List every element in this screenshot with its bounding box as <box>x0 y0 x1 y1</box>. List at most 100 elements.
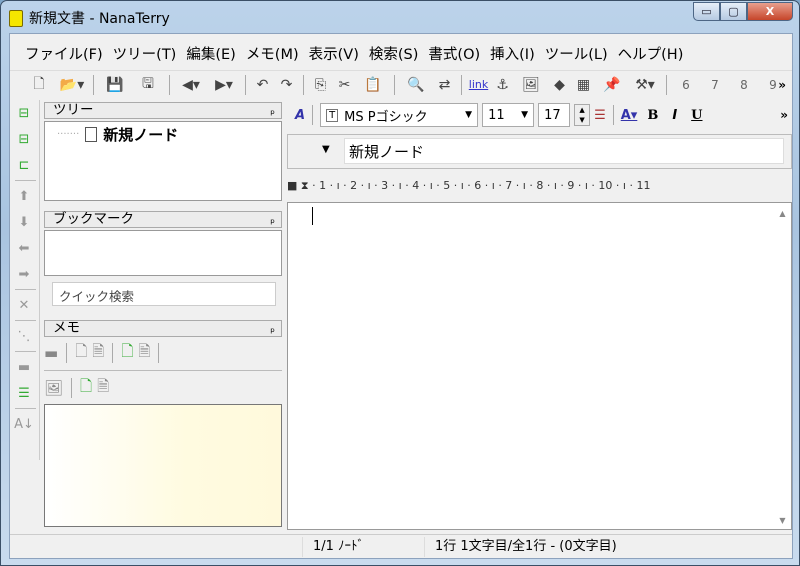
font-select[interactable]: T MS Pゴシック ▼ <box>320 103 479 127</box>
memo-collapse-icon[interactable]: ▬ <box>44 344 58 362</box>
forward-icon[interactable]: ▶▾ <box>209 74 239 96</box>
menu-item[interactable]: ヘルプ(H) <box>617 41 685 66</box>
text-caret <box>312 207 313 225</box>
menu-item[interactable]: ツール(L) <box>544 41 609 66</box>
memo-remove-icon[interactable]: 🗎 <box>138 341 150 366</box>
toolbar-number-button[interactable]: 6 <box>673 78 699 92</box>
line-height-stepper[interactable]: ▲ ▼ <box>574 104 591 126</box>
spin-up[interactable]: ▲ <box>575 105 590 115</box>
memo-toolbar-2: 🖼 🗋 🗎 <box>44 374 109 402</box>
maximize-button[interactable]: ▢ <box>720 2 747 21</box>
tree-add-sibling-icon[interactable]: ⊟ <box>12 100 36 126</box>
memo-import-icon[interactable]: 🗋 <box>80 376 92 401</box>
menu-item[interactable]: メモ(M) <box>245 41 300 66</box>
status-bar: 1/1 ﾉｰﾄﾞ 1行 1文字目/全1行 - (0文字目) <box>10 534 792 558</box>
menu-item[interactable]: 検索(S) <box>368 41 420 66</box>
close-button[interactable]: X <box>747 2 793 21</box>
image-icon[interactable]: 🖼 <box>516 74 546 96</box>
undo-icon[interactable]: ↶ <box>252 74 273 96</box>
back-icon[interactable]: ◀▾ <box>176 74 206 96</box>
save-icon[interactable]: 💾 <box>100 74 130 96</box>
menu-item[interactable]: 表示(V) <box>308 41 360 66</box>
replace-icon[interactable]: ⇄ <box>434 74 455 96</box>
text-editor[interactable]: ▲ ▼ <box>287 202 792 530</box>
toolbar-separator <box>461 74 462 95</box>
menu-item[interactable]: ファイル(F) <box>24 41 104 66</box>
redo-icon[interactable]: ↷ <box>276 74 297 96</box>
tools-icon[interactable]: ⚒▾ <box>630 74 660 96</box>
title-bar: 新規文書 - NanaTerry <box>9 7 170 29</box>
menu-item[interactable]: 書式(O) <box>427 41 481 66</box>
move-left-icon[interactable]: ⬅ <box>12 235 36 261</box>
minimize-button[interactable]: ▭ <box>693 2 720 21</box>
copy-icon[interactable]: ⎘ <box>310 74 331 96</box>
tree-add-child-icon[interactable]: ⊟ <box>12 126 36 152</box>
strip-separator <box>15 320 36 321</box>
tree-expand-icon[interactable]: ⋱ <box>12 323 36 349</box>
menu-item[interactable]: ツリー(T) <box>112 41 178 66</box>
vertical-scrollbar[interactable]: ▲ ▼ <box>774 203 791 529</box>
quick-search-input[interactable]: クイック検索 <box>52 282 276 306</box>
line-spacing-icon[interactable]: ☰ <box>594 108 606 123</box>
toolbar-separator <box>394 74 395 95</box>
document-icon <box>85 127 98 142</box>
memo-textarea[interactable] <box>44 404 282 527</box>
tree-add-sub-icon[interactable]: ⊏ <box>12 152 36 178</box>
pin-icon[interactable]: 📌 <box>597 74 627 96</box>
font-size-select[interactable]: 11 ▼ <box>482 103 535 127</box>
save-all-icon[interactable]: 🖫 <box>133 74 163 96</box>
toolbar-overflow-button[interactable]: » <box>778 78 786 92</box>
cut-icon[interactable]: ✂ <box>334 74 355 96</box>
anchor-icon[interactable]: ⚓ <box>492 74 513 96</box>
paste-icon[interactable]: 📋 <box>358 74 388 96</box>
expand-icon[interactable]: ☰ <box>12 380 36 406</box>
link-icon[interactable]: link <box>468 74 489 96</box>
italic-icon[interactable]: I <box>672 108 677 123</box>
ruler[interactable]: ■ ⧗ · 1 · ı · 2 · ı · 3 · ı · 4 · ı · 5 … <box>287 174 792 198</box>
tree-node[interactable]: ······· 新規ノード <box>57 124 178 145</box>
spin-down[interactable]: ▼ <box>575 115 590 125</box>
table-icon[interactable]: ▦ <box>573 74 594 96</box>
pin-icon[interactable]: ₚ <box>270 212 275 227</box>
memo-toolbar: ▬ 🗋 🗎 🗋 🗎 <box>44 339 162 367</box>
dropdown-arrow-icon[interactable]: ▼ <box>322 144 330 155</box>
bold-icon[interactable]: B <box>647 108 658 123</box>
move-up-icon[interactable]: ⬆ <box>12 183 36 209</box>
bookmark-panel-header: ブックマーク ₚ <box>44 211 282 228</box>
memo-panel-header: メモ ₚ <box>44 320 282 337</box>
more-format-button[interactable]: » <box>780 108 788 122</box>
toolbar-number-button[interactable]: 7 <box>702 78 728 92</box>
line-height-input[interactable]: 17 <box>538 103 571 127</box>
scroll-down-icon[interactable]: ▼ <box>774 516 791 525</box>
sort-az-icon[interactable]: A↓ <box>12 411 36 437</box>
memo-new-icon[interactable]: 🗋 <box>121 341 133 366</box>
scroll-up-icon[interactable]: ▲ <box>774 209 791 218</box>
underline-icon[interactable]: U <box>691 108 702 123</box>
shapes-icon[interactable]: ◆ <box>549 74 570 96</box>
delete-icon[interactable]: ✕ <box>12 292 36 318</box>
strip-separator <box>15 351 36 352</box>
memo-add-icon[interactable]: 🗋 <box>75 341 87 366</box>
tree-view[interactable]: ······· 新規ノード <box>44 121 282 201</box>
window-title: 新規文書 - NanaTerry <box>29 11 170 27</box>
memo-delete-icon[interactable]: 🗎 <box>92 341 104 366</box>
memo-export-icon[interactable]: 🗎 <box>97 376 109 401</box>
node-title-input[interactable]: 新規ノード <box>344 138 784 164</box>
menu-item[interactable]: 編集(E) <box>185 41 236 66</box>
tree-panel-header: ツリー ₚ <box>44 102 282 119</box>
font-color-icon[interactable]: A▾ <box>621 108 638 123</box>
move-right-icon[interactable]: ➡ <box>12 261 36 287</box>
new-document-icon[interactable]: 🗋 <box>24 74 54 96</box>
open-folder-icon[interactable]: 📂▾ <box>57 74 87 96</box>
pin-icon[interactable]: ₚ <box>270 103 275 118</box>
pin-icon[interactable]: ₚ <box>270 321 275 336</box>
strip-separator <box>15 289 36 290</box>
find-icon[interactable]: 🔍 <box>401 74 431 96</box>
font-style-icon[interactable]: A <box>295 108 305 123</box>
move-down-icon[interactable]: ⬇ <box>12 209 36 235</box>
menu-item[interactable]: 挿入(I) <box>489 41 536 66</box>
collapse-icon[interactable]: ▬ <box>12 354 36 380</box>
bookmark-list[interactable] <box>44 230 282 276</box>
toolbar-number-button[interactable]: 8 <box>731 78 757 92</box>
memo-image-icon[interactable]: 🖼 <box>44 379 63 397</box>
